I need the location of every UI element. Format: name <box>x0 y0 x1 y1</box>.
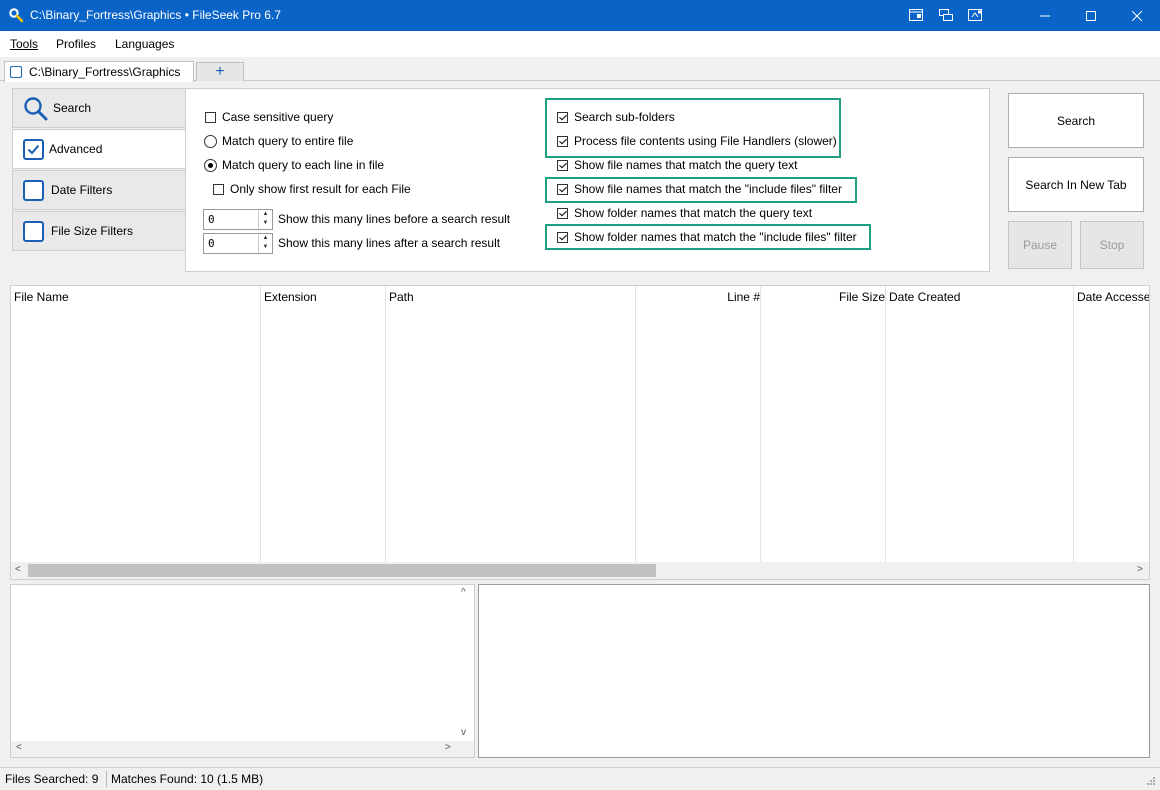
side-tab-advanced-label: Advanced <box>49 142 103 156</box>
matches-found-status: Matches Found: 10 (1.5 MB) <box>111 772 264 786</box>
lines-before-value: 0 <box>208 213 215 226</box>
window-title: C:\Binary_Fortress\Graphics • FileSeek P… <box>30 8 281 22</box>
side-tab-search-label: Search <box>53 101 92 115</box>
maximize-button[interactable] <box>1068 0 1114 31</box>
search-button[interactable]: Search <box>1008 93 1144 148</box>
horizontal-scrollbar[interactable]: < > <box>11 741 474 757</box>
column-path[interactable]: Path <box>389 286 414 307</box>
stop-button[interactable]: Stop <box>1080 221 1144 269</box>
side-tab-file-size-filters-label: File Size Filters <box>51 224 134 238</box>
highlight-box <box>545 98 841 158</box>
match-entire-file-radio[interactable] <box>204 135 217 148</box>
first-result-only-checkbox[interactable] <box>213 184 224 195</box>
lines-before-stepper[interactable]: 0 ▲ ▼ <box>203 209 273 230</box>
case-sensitive-checkbox[interactable] <box>205 112 216 123</box>
scroll-right-icon[interactable]: > <box>1137 564 1143 575</box>
checkbox-empty-icon <box>23 180 44 201</box>
folder-names-query-label: Show folder names that match the query t… <box>574 206 813 220</box>
pause-button[interactable]: Pause <box>1008 221 1072 269</box>
status-divider <box>106 771 107 787</box>
column-divider <box>885 286 886 562</box>
scroll-up-icon[interactable]: ^ <box>461 587 466 598</box>
first-result-only-label: Only show first result for each File <box>230 182 411 196</box>
side-tab-search[interactable]: Search <box>12 88 186 128</box>
column-date-accessed[interactable]: Date Accessed <box>1077 286 1149 307</box>
window-layout-icon[interactable] <box>909 9 923 21</box>
lines-after-stepper[interactable]: 0 ▲ ▼ <box>203 233 273 254</box>
spin-down-icon[interactable]: ▼ <box>259 243 272 252</box>
menu-languages[interactable]: Languages <box>115 37 174 51</box>
scrollbar-thumb[interactable] <box>28 564 656 577</box>
menu-bar: Tools Profiles Languages <box>0 31 1160 57</box>
side-tab-date-filters-label: Date Filters <box>51 183 113 197</box>
case-sensitive-label: Case sensitive query <box>222 110 334 124</box>
column-divider <box>760 286 761 562</box>
side-tab-date-filters[interactable]: Date Filters <box>12 170 186 210</box>
horizontal-scrollbar[interactable]: < > <box>11 562 1149 579</box>
file-names-query-label: Show file names that match the query tex… <box>574 158 798 172</box>
preview-list-pane[interactable]: ^ v < > <box>10 584 475 758</box>
match-each-line-label: Match query to each line in file <box>222 158 385 172</box>
search-icon <box>23 96 49 125</box>
highlight-box <box>545 177 857 203</box>
column-file-name[interactable]: File Name <box>14 286 69 307</box>
checkbox-empty-icon <box>23 221 44 242</box>
scroll-left-icon[interactable]: < <box>16 742 22 753</box>
lines-before-label: Show this many lines before a search res… <box>278 212 511 226</box>
monitor-icon[interactable] <box>968 9 982 21</box>
lines-after-label: Show this many lines after a search resu… <box>278 236 501 250</box>
minimize-button[interactable] <box>1022 0 1068 31</box>
side-tab-advanced[interactable]: Advanced <box>12 129 187 169</box>
column-divider <box>260 286 261 562</box>
scroll-right-icon[interactable]: > <box>445 742 451 753</box>
file-preview-pane[interactable] <box>478 584 1150 758</box>
spin-up-icon[interactable]: ▲ <box>259 234 272 243</box>
resize-grip-icon[interactable] <box>1146 775 1156 785</box>
match-each-line-radio[interactable] <box>204 159 217 172</box>
tab-current-folder[interactable]: C:\Binary_Fortress\Graphics <box>4 61 194 82</box>
highlight-box <box>545 224 871 250</box>
tab-strip: C:\Binary_Fortress\Graphics + <box>0 57 1160 82</box>
tab-label: C:\Binary_Fortress\Graphics <box>29 65 181 79</box>
column-divider <box>385 286 386 562</box>
lines-after-value: 0 <box>208 237 215 250</box>
files-searched-status: Files Searched: 9 <box>5 772 99 786</box>
column-line-number[interactable]: Line # <box>639 286 760 307</box>
plus-icon: + <box>215 63 225 80</box>
search-in-new-tab-button[interactable]: Search In New Tab <box>1008 157 1144 212</box>
magnifier-app-icon <box>8 7 24 23</box>
column-extension[interactable]: Extension <box>264 286 317 307</box>
file-names-query-checkbox[interactable] <box>557 160 568 171</box>
spin-down-icon[interactable]: ▼ <box>259 219 272 228</box>
column-file-size[interactable]: File Size <box>764 286 885 307</box>
status-bar: Files Searched: 9 Matches Found: 10 (1.5… <box>0 767 1160 790</box>
column-date-created[interactable]: Date Created <box>889 286 960 307</box>
close-button[interactable] <box>1114 0 1160 31</box>
new-tab-button[interactable]: + <box>196 62 244 81</box>
advanced-options-panel: Case sensitive query Match query to enti… <box>185 88 990 272</box>
scroll-down-icon[interactable]: v <box>461 727 466 738</box>
menu-profiles[interactable]: Profiles <box>56 37 96 51</box>
scroll-left-icon[interactable]: < <box>15 564 21 575</box>
spin-up-icon[interactable]: ▲ <box>259 210 272 219</box>
tile-windows-icon[interactable] <box>939 9 953 21</box>
match-entire-file-label: Match query to entire file <box>222 134 354 148</box>
column-divider <box>635 286 636 562</box>
results-grid[interactable]: File Name Extension Path Line # File Siz… <box>10 285 1150 580</box>
side-tab-file-size-filters[interactable]: File Size Filters <box>12 211 186 251</box>
column-divider <box>1073 286 1074 562</box>
folder-tab-icon <box>10 66 22 78</box>
checkbox-checked-icon <box>23 139 44 160</box>
folder-names-query-checkbox[interactable] <box>557 208 568 219</box>
menu-tools[interactable]: Tools <box>10 37 38 51</box>
title-bar: C:\Binary_Fortress\Graphics • FileSeek P… <box>0 0 1160 31</box>
